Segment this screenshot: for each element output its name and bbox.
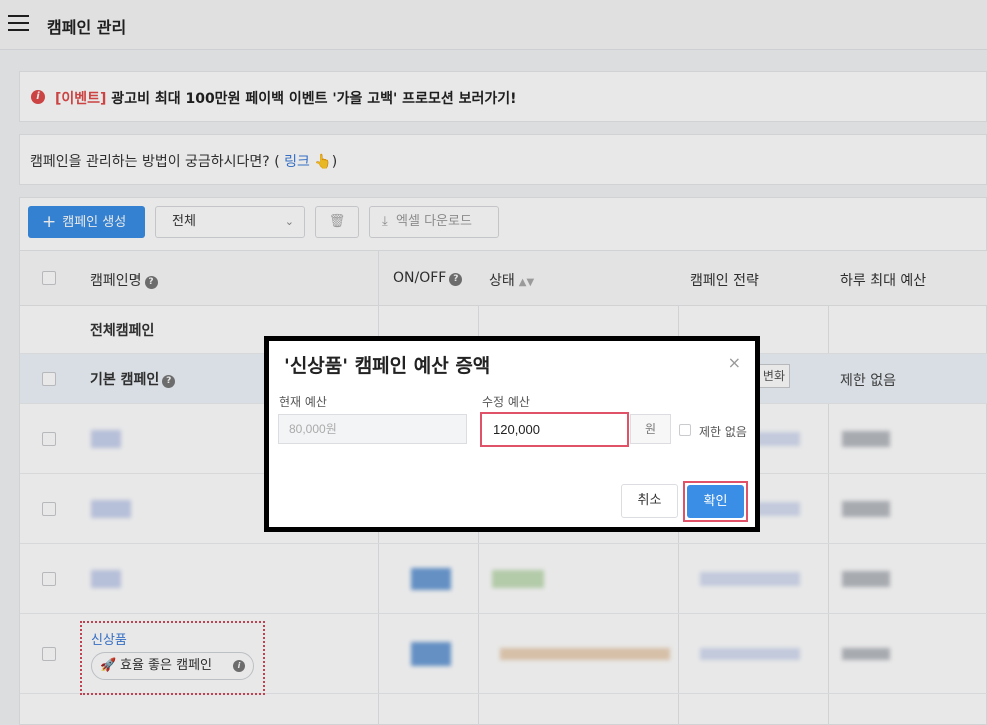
budget-increase-modal: '신상품' 캠페인 예산 증액 × 현재 예산 80,000원 수정 예산 원 … xyxy=(264,336,760,532)
no-limit-checkbox[interactable] xyxy=(679,424,691,436)
new-budget-highlight xyxy=(480,412,629,447)
confirm-button[interactable]: 확인 xyxy=(687,485,744,518)
close-icon[interactable]: × xyxy=(728,353,741,372)
cancel-button[interactable]: 취소 xyxy=(621,484,678,518)
new-budget-label: 수정 예산 xyxy=(482,395,530,409)
new-budget-input[interactable] xyxy=(485,417,624,442)
no-limit-label[interactable]: 제한 없음 xyxy=(699,423,747,440)
modal-title: '신상품' 캠페인 예산 증액 xyxy=(284,355,491,377)
current-budget-field: 80,000원 xyxy=(278,414,467,444)
current-budget-label: 현재 예산 xyxy=(279,395,327,409)
currency-unit: 원 xyxy=(630,414,671,444)
confirm-button-highlight: 확인 xyxy=(683,481,748,522)
